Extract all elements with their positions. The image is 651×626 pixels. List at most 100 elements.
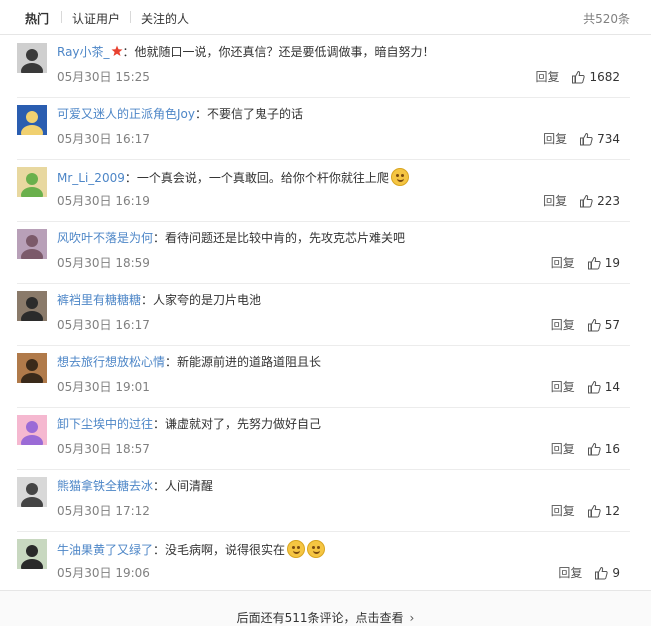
comment-colon: ： [153,417,166,431]
comment-username[interactable]: Mr_Li_2009 [57,171,125,185]
comment-username[interactable]: 可爱又迷人的正派角色Joy [57,107,195,121]
comment-text: 新能源前进的道路道阻且长 [177,355,322,369]
comment-actions: 回复 734 [543,130,620,147]
like-count: 12 [604,503,620,518]
comment-item: 牛油果黄了又绿了：没毛病啊，说得很实在 05月30日 19:06 回复 9 [17,532,630,594]
comment-total-count: 共520条 [583,12,630,26]
comment-text: 没毛病啊，说得很实在 [165,543,286,557]
like-button[interactable]: 57 [587,318,620,332]
tab-divider [130,11,131,23]
comment-item: Ray小茶_ ：他就随口一说，你还真信？还是要低调做事，暗自努力！ 05月30日 1… [17,36,630,98]
like-count: 1682 [589,69,620,84]
comment-actions: 回复 57 [551,316,620,333]
like-count: 14 [604,379,620,394]
comment-colon: ： [153,543,166,557]
comment-username[interactable]: 裤裆里有糖糖糖 [57,293,141,307]
avatar[interactable] [17,539,47,569]
comment-content: 熊猫拿铁全糖去冰：人间清醒 [57,478,213,494]
reply-button[interactable]: 回复 [535,68,559,85]
thumbs-up-icon [587,256,605,270]
comment-time: 05月30日 19:01 [57,380,150,394]
comment-username[interactable]: 牛油果黄了又绿了 [57,543,153,557]
comment-colon: ： [122,45,135,59]
comment-content: Mr_Li_2009：一个真会说，一个真敢回。给你个杆你就往上爬 [57,168,409,186]
load-more-bar[interactable]: 后面还有511条评论，点击查看 › [0,590,651,626]
thumbs-up-icon [587,318,605,332]
comment-content: 卸下尘埃中的过往：谦虚就对了，先努力做好自己 [57,416,321,432]
like-button[interactable]: 1682 [571,70,620,84]
comment-item: 风吹叶不落是为何：看待问题还是比较中肯的，先攻克芯片难关吧 05月30日 18:5… [17,222,630,284]
thumbs-up-icon [579,132,597,146]
comment-content: 可爱又迷人的正派角色Joy：不要信了鬼子的话 [57,106,303,122]
reply-button[interactable]: 回复 [551,502,575,519]
avatar[interactable] [17,415,47,445]
avatar[interactable] [17,43,47,73]
comment-actions: 回复 19 [551,254,620,271]
thumbs-up-icon [587,380,605,394]
like-button[interactable]: 14 [587,380,620,394]
comment-actions: 回复 12 [551,502,620,519]
tab-following[interactable]: 关注的人 [141,10,189,27]
like-count: 734 [597,131,620,146]
comment-content: 裤裆里有糖糖糖：人家夸的是刀片电池 [57,292,261,308]
like-count: 9 [612,565,620,580]
reply-button[interactable]: 回复 [551,316,575,333]
reply-button[interactable]: 回复 [543,130,567,147]
comment-colon: ： [165,355,178,369]
comment-actions: 回复 9 [558,564,620,581]
comment-text: 不要信了鬼子的话 [207,107,304,121]
like-button[interactable]: 223 [579,194,620,208]
reply-button[interactable]: 回复 [551,378,575,395]
avatar[interactable] [17,229,47,259]
comment-text: 一个真会说，一个真敢回。给你个杆你就往上爬 [136,171,389,185]
thumbs-up-icon [579,194,597,208]
reply-button[interactable]: 回复 [558,564,582,581]
avatar[interactable] [17,291,47,321]
comment-filter-tabs: 热门 认证用户 关注的人 共520条 [0,0,651,35]
comment-username[interactable]: 风吹叶不落是为何 [57,231,153,245]
reply-button[interactable]: 回复 [551,440,575,457]
comment-item: 熊猫拿铁全糖去冰：人间清醒 05月30日 17:12 回复 12 [17,470,630,532]
like-count: 19 [604,255,620,270]
comment-actions: 回复 1682 [535,68,620,85]
comment-username[interactable]: Ray小茶_ [57,45,110,59]
comment-time: 05月30日 17:12 [57,504,150,518]
like-button[interactable]: 734 [579,132,620,146]
comment-text: 人间清醒 [165,479,214,493]
comment-content: 牛油果黄了又绿了：没毛病啊，说得很实在 [57,540,326,558]
emoji-icon [307,540,326,558]
comment-text: 谦虚就对了，先努力做好自己 [165,417,322,431]
thumbs-up-icon [594,566,612,580]
reply-button[interactable]: 回复 [543,192,567,209]
comment-username[interactable]: 卸下尘埃中的过往 [57,417,153,431]
comment-text: 看待问题还是比较中肯的，先攻克芯片难关吧 [165,231,406,245]
like-button[interactable]: 16 [587,442,620,456]
like-count: 223 [597,193,620,208]
reply-button[interactable]: 回复 [551,254,575,271]
emoji-icon [390,168,409,186]
load-more-link[interactable]: 后面还有511条评论，点击查看 › [237,602,415,625]
load-more-text: 后面还有511条评论，点击查看 [236,611,404,625]
comment-text: 人家夸的是刀片电池 [153,293,262,307]
comment-time: 05月30日 18:59 [57,256,150,270]
avatar[interactable] [17,477,47,507]
avatar[interactable] [17,105,47,135]
tab-hot[interactable]: 热门 [25,10,49,27]
comment-time: 05月30日 16:19 [57,194,150,208]
like-button[interactable]: 19 [587,256,620,270]
like-button[interactable]: 9 [594,566,620,580]
comment-actions: 回复 223 [543,192,620,209]
avatar[interactable] [17,167,47,197]
comment-item: 可爱又迷人的正派角色Joy：不要信了鬼子的话 05月30日 16:17 回复 734 [17,98,630,160]
comment-colon: ： [153,479,166,493]
avatar[interactable] [17,353,47,383]
like-button[interactable]: 12 [587,504,620,518]
comment-username[interactable]: 熊猫拿铁全糖去冰 [57,479,153,493]
like-count: 57 [604,317,620,332]
tab-verified-users[interactable]: 认证用户 [72,10,120,27]
thumbs-up-icon [587,504,605,518]
tab-divider [61,11,62,23]
vip-star-icon [111,45,123,56]
comment-content: 想去旅行想放松心情：新能源前进的道路道阻且长 [57,354,321,370]
comment-username[interactable]: 想去旅行想放松心情 [57,355,165,369]
